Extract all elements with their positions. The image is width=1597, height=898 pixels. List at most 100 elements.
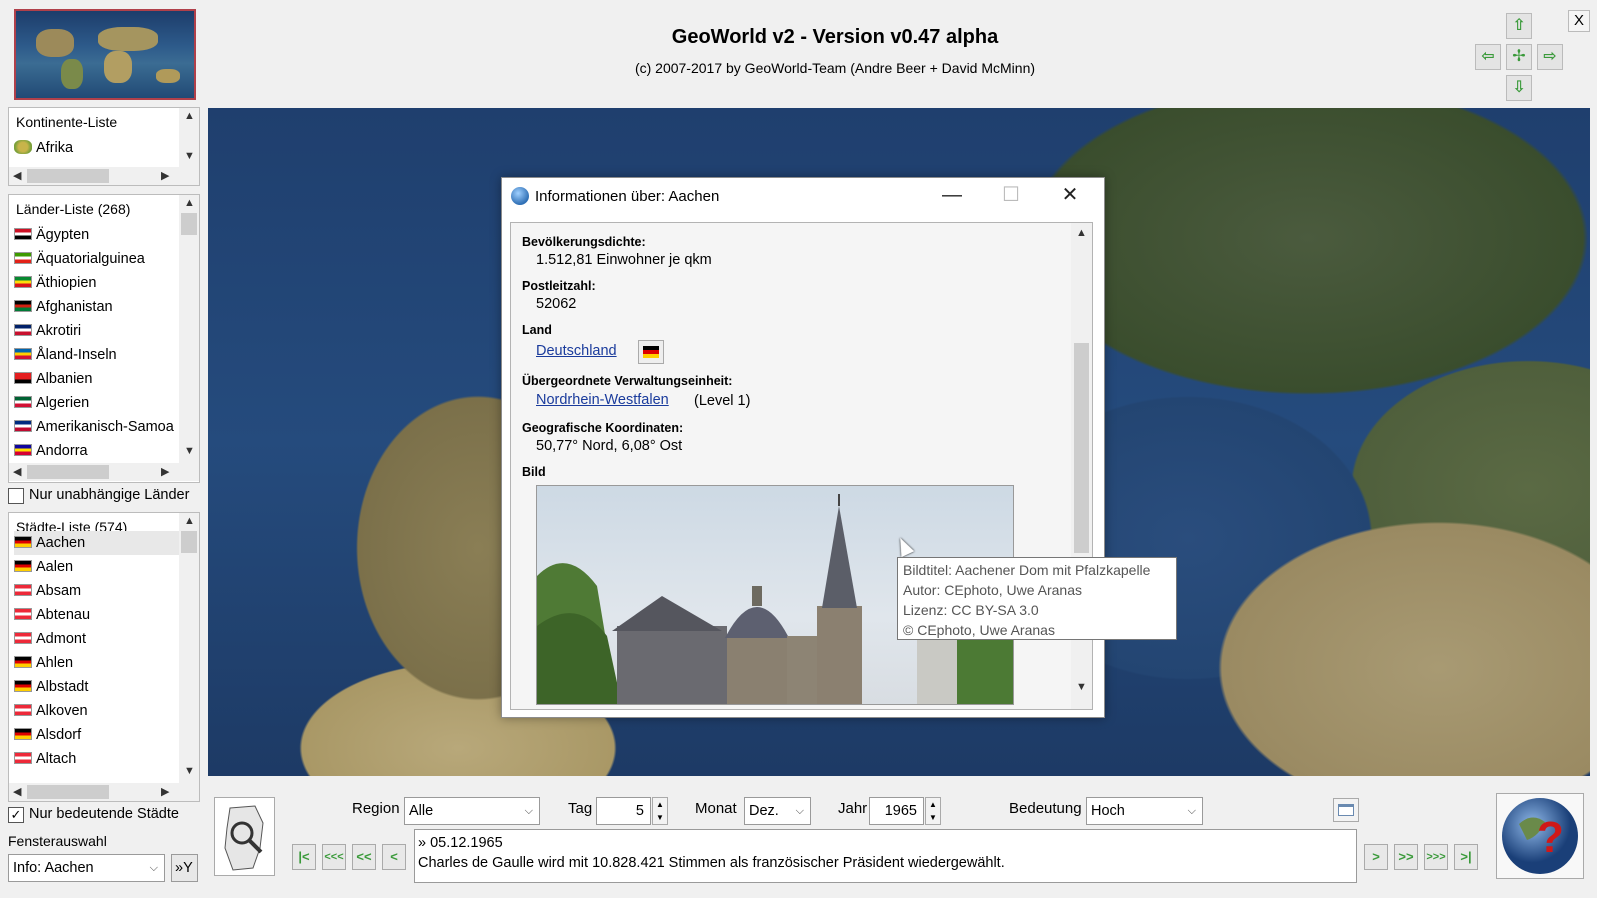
globe-icon — [511, 187, 529, 205]
forward-2-button[interactable]: >> — [1394, 844, 1418, 870]
maximize-button[interactable]: ☐ — [996, 184, 1026, 208]
month-dropdown[interactable]: Dez. ⌵ — [744, 797, 811, 825]
city-item[interactable]: Admont — [14, 627, 182, 651]
scroll-up-icon[interactable]: ▲ — [184, 197, 195, 209]
center-map-button[interactable]: ✢ — [1506, 44, 1532, 70]
cities-vscroll[interactable]: ▲ ▼ — [179, 513, 199, 783]
scroll-left-icon[interactable]: ◀ — [13, 785, 21, 798]
pan-left-button[interactable]: ⇦ — [1475, 44, 1501, 70]
day-stepper[interactable]: ▲ ▼ — [652, 797, 668, 825]
dialog-scroll-thumb[interactable] — [1074, 343, 1089, 553]
country-item[interactable]: Amerikanisch-Samoa — [14, 415, 182, 439]
country-link[interactable]: Deutschland — [536, 343, 617, 359]
country-item[interactable]: Algerien — [14, 391, 182, 415]
scroll-up-icon[interactable]: ▲ — [184, 110, 195, 122]
countries-vscroll[interactable]: ▲ ▼ — [179, 195, 199, 463]
scroll-left-icon[interactable]: ◀ — [13, 169, 21, 182]
minimize-button[interactable]: — — [937, 184, 967, 208]
country-item[interactable]: Afghanistan — [14, 295, 182, 319]
continents-vscroll[interactable]: ▲ ▼ — [179, 108, 199, 168]
country-item[interactable]: Andorra — [14, 439, 182, 463]
back-1-button[interactable]: < — [382, 844, 406, 870]
city-item[interactable]: Ahlen — [14, 651, 182, 675]
flag-icon — [14, 420, 32, 432]
city-item[interactable]: Aachen — [14, 531, 182, 555]
countries-list[interactable]: Länder-Liste (268) Ägypten Äquatorialguin… — [8, 194, 200, 483]
country-item[interactable]: Akrotiri — [14, 319, 182, 343]
admin-unit-link[interactable]: Nordrhein-Westfalen — [536, 392, 669, 408]
country-item[interactable]: Albanien — [14, 367, 182, 391]
continents-list[interactable]: Kontinente-Liste Afrika ▲ ▼ ◀ ▶ — [8, 107, 200, 186]
close-app-button[interactable]: X — [1568, 10, 1590, 32]
dialog-titlebar[interactable]: Informationen über: Aachen — ☐ ✕ — [502, 178, 1104, 214]
city-item[interactable]: Altach — [14, 747, 182, 771]
app-subtitle: (c) 2007-2017 by GeoWorld-Team (Andre Be… — [634, 60, 1036, 76]
flag-icon — [14, 728, 32, 740]
help-button[interactable]: ? — [1496, 793, 1584, 879]
city-item[interactable]: Abtenau — [14, 603, 182, 627]
flag-icon — [14, 704, 32, 716]
list-item-label: Abtenau — [36, 607, 91, 623]
world-map-thumbnail[interactable] — [14, 9, 196, 100]
city-item[interactable]: Absam — [14, 579, 182, 603]
app-title: GeoWorld v2 - Version v0.47 alpha — [671, 26, 999, 48]
city-item[interactable]: Aalen — [14, 555, 182, 579]
importance-dropdown[interactable]: Hoch ⌵ — [1086, 797, 1203, 825]
pan-right-button[interactable]: ⇨ — [1537, 44, 1563, 70]
scroll-down-icon[interactable]: ▼ — [184, 445, 195, 457]
scroll-up-icon[interactable]: ▲ — [1076, 227, 1087, 239]
day-input[interactable]: 5 — [596, 797, 651, 825]
country-flag-button[interactable] — [638, 340, 664, 364]
image-label: Bild — [522, 465, 546, 479]
country-item[interactable]: Åland-Inseln — [14, 343, 182, 367]
first-event-button[interactable]: |< — [292, 844, 316, 870]
scroll-right-icon[interactable]: ▶ — [161, 169, 169, 182]
city-item[interactable]: Albstadt — [14, 675, 182, 699]
back-3-button[interactable]: <<< — [322, 844, 346, 870]
country-item[interactable]: Äthiopien — [14, 271, 182, 295]
scroll-down-icon[interactable]: ▼ — [184, 150, 195, 162]
list-item-label: Äthiopien — [36, 275, 97, 291]
flag-icon — [14, 584, 32, 596]
city-item[interactable]: Alkoven — [14, 699, 182, 723]
city-item[interactable]: Alsdorf — [14, 723, 182, 747]
country-item[interactable]: Ägypten — [14, 223, 182, 247]
last-event-button[interactable]: >| — [1454, 844, 1478, 870]
pan-up-button[interactable]: ⇧ — [1506, 13, 1532, 39]
coordinates-value: 50,77° Nord, 6,08° Ost — [536, 438, 683, 454]
forward-3-button[interactable]: >>> — [1424, 844, 1448, 870]
flag-icon — [14, 252, 32, 264]
scroll-right-icon[interactable]: ▶ — [161, 785, 169, 798]
window-select-dropdown[interactable]: Info: Aachen ⌵ — [8, 854, 165, 882]
forward-1-button[interactable]: > — [1364, 844, 1388, 870]
continent-item[interactable]: Afrika — [14, 136, 182, 160]
search-city-button[interactable] — [214, 797, 275, 876]
window-select-go-button[interactable]: »Y — [171, 854, 198, 882]
pan-down-button[interactable]: ⇩ — [1506, 75, 1532, 101]
country-item[interactable]: Äquatorialguinea — [14, 247, 182, 271]
svg-text:?: ? — [1537, 813, 1564, 862]
countries-hscroll[interactable]: ◀ ▶ — [9, 463, 199, 481]
arrow-up-icon: ⇧ — [1512, 17, 1526, 34]
year-stepper[interactable]: ▲ ▼ — [925, 797, 941, 825]
help-globe-icon: ? — [1502, 798, 1578, 874]
year-input[interactable]: 1965 — [869, 797, 924, 825]
dialog-close-button[interactable]: ✕ — [1055, 184, 1085, 208]
list-item-label: Andorra — [36, 443, 88, 459]
back-2-button[interactable]: << — [352, 844, 376, 870]
cities-list[interactable]: Städte-Liste (574) Aachen Aalen Absam Abten… — [8, 512, 200, 802]
important-only-checkbox[interactable]: ✓ — [8, 807, 24, 823]
month-value: Dez. — [749, 803, 779, 819]
independent-only-checkbox[interactable] — [8, 488, 24, 504]
scroll-up-icon[interactable]: ▲ — [184, 515, 195, 527]
scroll-right-icon[interactable]: ▶ — [161, 465, 169, 478]
scroll-down-icon[interactable]: ▼ — [1076, 681, 1087, 693]
calendar-button[interactable] — [1333, 798, 1359, 822]
continents-hscroll[interactable]: ◀ ▶ — [9, 167, 199, 185]
region-dropdown[interactable]: Alle ⌵ — [404, 797, 540, 825]
coordinates-label: Geografische Koordinaten: — [522, 421, 684, 435]
scroll-down-icon[interactable]: ▼ — [184, 765, 195, 777]
scroll-left-icon[interactable]: ◀ — [13, 465, 21, 478]
day-label: Tag — [568, 800, 593, 817]
cities-hscroll[interactable]: ◀ ▶ — [9, 783, 199, 801]
